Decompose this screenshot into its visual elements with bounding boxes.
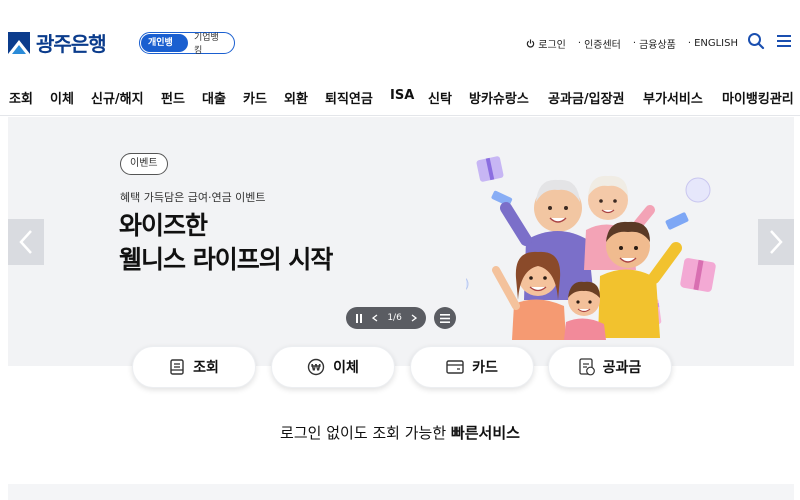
transfer-won-icon: ₩ (307, 358, 325, 376)
banking-type-toggle: 개인뱅킹 기업뱅킹 (139, 30, 235, 66)
nav-item-card[interactable]: 카드 (243, 88, 267, 107)
next-slide-button[interactable] (758, 219, 794, 265)
logo[interactable]: 광주은행 (8, 28, 107, 57)
products-label: 금융상품 (639, 40, 676, 51)
pause-icon[interactable] (355, 313, 363, 323)
quick-tax-button[interactable]: 공과금 (548, 346, 672, 388)
english-label: ENGLISH (694, 38, 738, 49)
pager-prev-icon[interactable] (372, 314, 378, 322)
hamburger-menu-icon[interactable] (776, 33, 792, 49)
power-icon (527, 39, 535, 48)
nav-item-utility-bills[interactable]: 공과금/입장권 (548, 88, 625, 107)
nav-item-open-close[interactable]: 신규/해지 (91, 88, 144, 107)
nav-item-trust[interactable]: 신탁 (428, 88, 452, 107)
search-icon[interactable] (747, 32, 765, 50)
login-label: 로그인 (538, 40, 566, 51)
nav-item-bancassurance[interactable]: 방카슈랑스 (469, 88, 529, 107)
header: 광주은행 개인뱅킹 기업뱅킹 로그인 · 인증센터 · 금융상품 · ENGLI… (0, 0, 800, 80)
nav-item-my-banking[interactable]: 마이뱅킹관리 (722, 88, 794, 107)
fast-service-panel (8, 484, 794, 500)
fast-service-emphasis: 빠른서비스 (450, 424, 520, 442)
logo-text: 광주은행 (36, 32, 107, 56)
personal-banking-tab[interactable]: 개인뱅킹 (141, 34, 188, 66)
fast-service-prefix: 로그인 없이도 조회 가능한 (280, 424, 451, 442)
nav-item-transfer[interactable]: 이체 (50, 88, 74, 107)
quick-tax-label: 공과금 (602, 360, 642, 376)
quick-card-label: 카드 (472, 360, 498, 376)
nav-item-extra-services[interactable]: 부가서비스 (643, 88, 703, 107)
quick-card-button[interactable]: 카드 (410, 346, 534, 388)
prev-slide-button[interactable] (8, 219, 44, 265)
cert-center-link[interactable]: · 인증센터 (578, 36, 621, 51)
pager-count: 1/6 (387, 313, 402, 323)
utility-nav: 로그인 · 인증센터 · 금융상품 · ENGLISH (526, 36, 738, 51)
list-icon (440, 313, 450, 323)
fast-service-heading: 로그인 없이도 조회 가능한 빠른서비스 (0, 422, 800, 443)
main-nav: 조회 이체 신규/해지 펀드 대출 카드 외환 퇴직연금 ISA 신탁 방카슈랑… (0, 80, 800, 116)
hero-title-line1: 와이즈한 (119, 211, 208, 240)
chevron-right-icon (770, 230, 783, 254)
slide-pager: 1/6 (346, 307, 426, 329)
nav-item-forex[interactable]: 외환 (284, 88, 308, 107)
products-link[interactable]: · 금융상품 (633, 36, 676, 51)
slide-list-button[interactable] (434, 307, 456, 329)
svg-text:₩: ₩ (311, 364, 321, 374)
login-link[interactable]: 로그인 (526, 36, 566, 51)
hero-subtitle: 혜택 가득담은 급여·연금 이벤트 (120, 191, 266, 204)
hero-title-line2: 웰니스 라이프의 시작 (119, 245, 333, 274)
chevron-left-icon (19, 230, 32, 254)
corporate-banking-tab[interactable]: 기업뱅킹 (188, 30, 233, 56)
quick-transfer-label: 이체 (333, 360, 359, 376)
tax-icon (579, 358, 595, 376)
logo-mark-icon (8, 31, 30, 54)
english-link[interactable]: · ENGLISH (688, 38, 738, 49)
family-gift-illustration (466, 156, 716, 340)
quick-transfer-button[interactable]: ₩ 이체 (271, 346, 395, 388)
inquiry-icon (170, 359, 184, 375)
pager-next-icon[interactable] (411, 314, 417, 322)
quick-inquiry-label: 조회 (193, 360, 219, 376)
hero-title: 와이즈한 웰니스 라이프의 시작 (119, 209, 333, 277)
nav-item-inquiry[interactable]: 조회 (9, 88, 33, 107)
cert-center-label: 인증센터 (584, 40, 621, 51)
nav-item-isa[interactable]: ISA (390, 88, 414, 103)
event-badge: 이벤트 (120, 153, 168, 175)
nav-item-fund[interactable]: 펀드 (161, 88, 185, 107)
quick-inquiry-button[interactable]: 조회 (132, 346, 256, 388)
nav-item-loan[interactable]: 대출 (202, 88, 226, 107)
card-icon (446, 360, 464, 374)
nav-item-pension[interactable]: 퇴직연금 (325, 88, 373, 107)
